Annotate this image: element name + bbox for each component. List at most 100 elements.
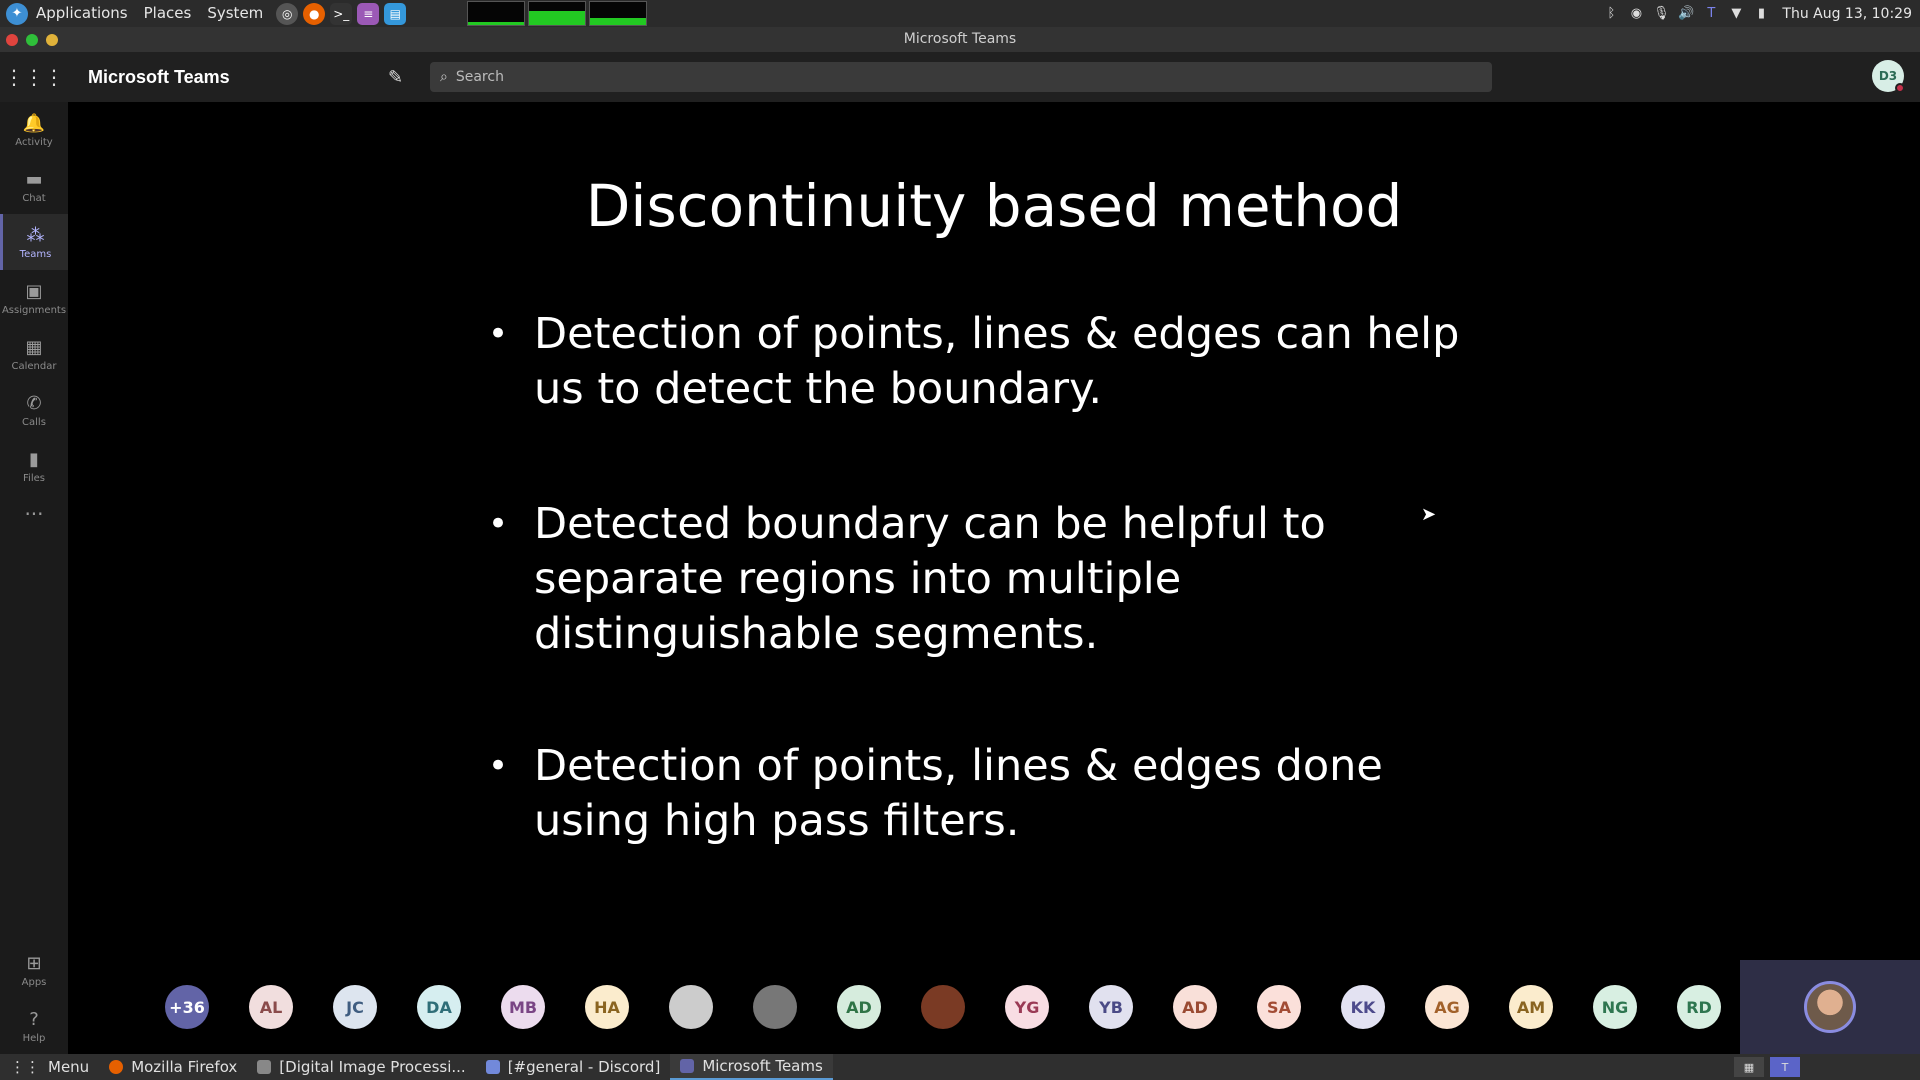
teams-workspace-icon[interactable]: T — [1770, 1057, 1800, 1077]
task-document[interactable]: [Digital Image Processi... — [247, 1054, 475, 1080]
app-launcher-grid-icon[interactable]: ⋮⋮⋮ — [0, 65, 68, 89]
participant-avatar[interactable] — [753, 985, 797, 1029]
window-maximize-button[interactable] — [26, 34, 38, 46]
participant-avatar[interactable]: AL — [249, 985, 293, 1029]
participant-avatar[interactable]: HA — [585, 985, 629, 1029]
rail-label: Apps — [21, 976, 47, 988]
task-label: [#general - Discord] — [507, 1058, 661, 1076]
rail-label: Calls — [22, 416, 46, 428]
notes-launcher-icon[interactable]: ≡ — [357, 2, 380, 25]
participant-avatar[interactable]: AD — [1173, 985, 1217, 1029]
participant-avatar[interactable]: MB — [501, 985, 545, 1029]
participant-avatar[interactable]: AM — [1509, 985, 1553, 1029]
firefox-launcher-icon[interactable]: ● — [303, 2, 326, 25]
participant-avatar[interactable]: YB — [1089, 985, 1133, 1029]
network-graph — [589, 1, 648, 26]
settings-launcher-icon[interactable]: ◎ — [276, 2, 299, 25]
participant-initials: AL — [259, 997, 283, 1017]
more-apps-ellipsis-icon[interactable]: ··· — [0, 494, 68, 534]
phone-icon: ✆ — [26, 392, 42, 414]
task-teams[interactable]: Microsoft Teams — [670, 1054, 833, 1080]
slide-bullet: • Detection of points, lines & edges can… — [488, 307, 1498, 417]
rail-item-teams[interactable]: ⁂ Teams — [0, 214, 68, 270]
rail-item-chat[interactable]: ▬ Chat — [0, 158, 68, 214]
rail-label: Files — [23, 472, 45, 484]
workspace-switcher-icon[interactable]: ▦ — [1734, 1057, 1764, 1077]
participant-initials: YB — [1099, 997, 1123, 1017]
menu-applications[interactable]: Applications — [28, 0, 136, 27]
rail-item-apps[interactable]: ⊞ Apps — [0, 942, 68, 998]
rail-item-assignments[interactable]: ▣ Assignments — [0, 270, 68, 326]
participant-avatar[interactable]: SA — [1257, 985, 1301, 1029]
participant-initials: AG — [1434, 997, 1460, 1017]
participants-strip: +36 AL JC DA MB HA AD YG YB AD SA KK AG AM NG RD — [68, 960, 1920, 1054]
task-firefox[interactable]: Mozilla Firefox — [99, 1054, 247, 1080]
participant-avatar[interactable]: RD — [1677, 985, 1721, 1029]
battery-icon[interactable]: ▮ — [1753, 6, 1769, 22]
participant-initials: HA — [594, 997, 620, 1017]
task-discord[interactable]: [#general - Discord] — [476, 1054, 671, 1080]
participant-avatar[interactable]: JC — [333, 985, 377, 1029]
rail-label: Assignments — [1, 304, 67, 316]
bluetooth-icon[interactable]: ᛒ — [1603, 6, 1619, 22]
search-input[interactable]: ⌕ Search — [430, 62, 1492, 92]
rail-item-calls[interactable]: ✆ Calls — [0, 382, 68, 438]
search-placeholder: Search — [455, 69, 504, 85]
participant-initials: NG — [1601, 997, 1629, 1017]
self-video-tile[interactable] — [1740, 960, 1920, 1054]
mouse-cursor-icon: ➤ — [1421, 504, 1437, 525]
window-titlebar[interactable]: Microsoft Teams — [0, 27, 1920, 52]
participant-avatar[interactable]: DA — [417, 985, 461, 1029]
user-avatar[interactable]: D3 — [1872, 60, 1905, 93]
bullet-text: Detection of points, lines & edges can h… — [534, 309, 1460, 414]
bullet-dot: • — [488, 746, 509, 786]
window-title: Microsoft Teams — [903, 31, 1017, 47]
rail-label: Help — [22, 1032, 46, 1044]
task-label: Mozilla Firefox — [131, 1058, 238, 1076]
rail-item-calendar[interactable]: ▦ Calendar — [0, 326, 68, 382]
top-panel: ✦ Applications Places System ◎ ● >_ ≡ ▤ … — [0, 0, 1920, 27]
participant-initials: MB — [508, 997, 538, 1017]
search-icon: ⌕ — [440, 69, 448, 85]
participant-initials: AD — [846, 997, 872, 1017]
bullet-dot: • — [488, 314, 509, 354]
participant-avatar[interactable]: AD — [837, 985, 881, 1029]
participant-avatar[interactable] — [669, 985, 713, 1029]
participant-avatar[interactable]: NG — [1593, 985, 1637, 1029]
applications-logo-icon[interactable]: ✦ — [6, 2, 28, 25]
new-chat-compose-icon[interactable]: ✎ — [388, 67, 430, 88]
rail-item-files[interactable]: ▮ Files — [0, 438, 68, 494]
discord-tray-icon[interactable]: ◉ — [1628, 6, 1644, 22]
menu-system[interactable]: System — [199, 0, 271, 27]
participant-avatar[interactable] — [921, 985, 965, 1029]
rail-item-activity[interactable]: 🔔 Activity — [0, 102, 68, 158]
participant-avatar[interactable]: YG — [1005, 985, 1049, 1029]
volume-icon[interactable]: 🔊 — [1678, 6, 1694, 22]
teams-header: ⋮⋮⋮ Microsoft Teams ✎ ⌕ Search D3 — [0, 52, 1920, 102]
taskbar-menu-button[interactable]: ⋮⋮ Menu — [0, 1054, 99, 1080]
firefox-icon — [109, 1060, 124, 1074]
menu-places[interactable]: Places — [136, 0, 200, 27]
wifi-icon[interactable]: ▼ — [1728, 6, 1744, 22]
clock[interactable]: Thu Aug 13, 10:29 — [1782, 6, 1912, 22]
task-label: Microsoft Teams — [702, 1057, 823, 1075]
participant-avatar[interactable]: +36 — [165, 985, 209, 1029]
task-label: [Digital Image Processi... — [279, 1058, 466, 1076]
participant-avatar[interactable]: KK — [1341, 985, 1385, 1029]
taskbar-menu-label: Menu — [48, 1058, 90, 1076]
text-editor-launcher-icon[interactable]: ▤ — [384, 2, 407, 25]
bell-icon: 🔔 — [22, 112, 46, 134]
participant-initials: YG — [1014, 997, 1040, 1017]
terminal-launcher-icon[interactable]: >_ — [330, 2, 353, 25]
rail-item-help[interactable]: ? Help — [0, 998, 68, 1054]
participant-initials: AD — [1182, 997, 1208, 1017]
teams-tray-icon[interactable]: T — [1703, 6, 1719, 22]
window-close-button[interactable] — [6, 34, 18, 46]
apps-icon: ⊞ — [26, 952, 42, 974]
system-tray: ᛒ ◉ 🎙 🔊 T ▼ ▮ Thu Aug 13, 10:29 — [1603, 6, 1920, 22]
self-video-avatar — [1804, 981, 1856, 1033]
microphone-icon[interactable]: 🎙 — [1653, 6, 1670, 22]
window-minimize-button[interactable] — [46, 34, 58, 46]
participant-avatar[interactable]: AG — [1425, 985, 1469, 1029]
app-title: Microsoft Teams — [88, 66, 230, 87]
